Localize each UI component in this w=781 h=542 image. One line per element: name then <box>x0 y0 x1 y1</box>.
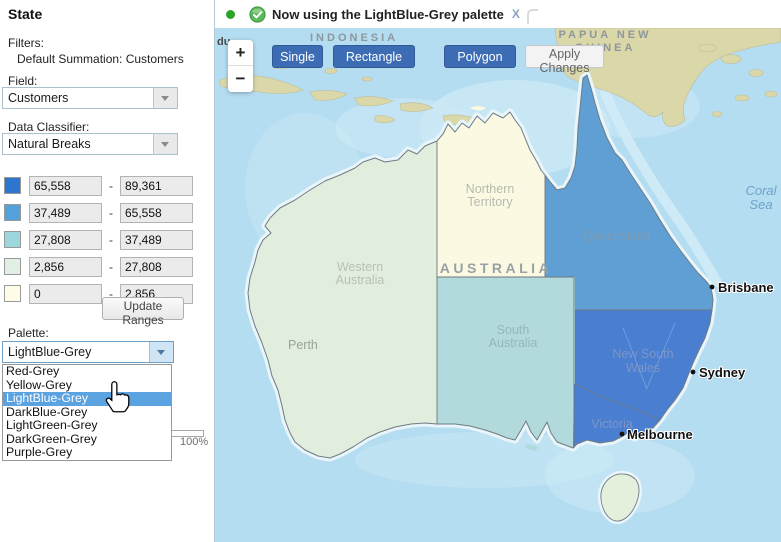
label-brisbane: Brisbane <box>718 280 774 295</box>
notification-message: Now using the LightBlue-Grey palette <box>272 7 504 22</box>
range-color-swatch <box>4 177 21 194</box>
range-to-input[interactable] <box>120 176 193 196</box>
field-select[interactable]: Customers <box>2 87 178 109</box>
palette-option[interactable]: DarkBlue-Grey <box>3 406 171 420</box>
city-dot-brisbane <box>710 285 715 290</box>
rectangle-select-button[interactable]: Rectangle <box>333 45 415 68</box>
label-sydney: Sydney <box>699 365 746 380</box>
filters-label: Filters: <box>8 36 44 50</box>
range-from-input[interactable] <box>29 257 102 277</box>
palette-option[interactable]: Purple-Grey <box>3 446 171 460</box>
sidebar-panel: State Filters: Default Summation: Custom… <box>0 0 215 542</box>
arrow-glyph <box>161 96 169 105</box>
city-dot-melbourne <box>620 432 625 437</box>
chevron-down-icon[interactable] <box>153 88 177 108</box>
range-separator: - <box>106 260 116 274</box>
range-row: - <box>0 257 215 279</box>
range-from-input[interactable] <box>29 230 102 250</box>
range-from-input[interactable] <box>29 203 102 223</box>
label-south-australia-1: South <box>497 323 530 337</box>
palette-option[interactable]: Red-Grey <box>3 365 171 379</box>
palette-option-selected[interactable]: LightBlue-Grey <box>3 392 171 406</box>
palette-label: Palette: <box>8 326 49 340</box>
label-png-1: PAPUA NEW <box>559 29 652 41</box>
range-to-input[interactable] <box>120 203 193 223</box>
application-window: State Filters: Default Summation: Custom… <box>0 0 781 542</box>
field-label: Field: <box>8 74 37 88</box>
label-melbourne: Melbourne <box>627 427 693 442</box>
classifier-select[interactable]: Natural Breaks <box>2 133 178 155</box>
update-ranges-button[interactable]: Update Ranges <box>102 297 184 320</box>
success-check-icon <box>249 6 266 23</box>
cursor-artifact <box>527 9 538 24</box>
arrow-glyph <box>161 142 169 151</box>
field-select-value: Customers <box>8 91 68 105</box>
region-south-australia[interactable] <box>437 277 574 448</box>
range-from-input[interactable] <box>29 176 102 196</box>
label-new-south-wales-2: Wales <box>626 361 660 375</box>
label-indonesia: INDONESIA <box>310 32 398 44</box>
zoom-out-button[interactable]: − <box>228 66 253 92</box>
palette-option[interactable]: Yellow-Grey <box>3 379 171 393</box>
label-coral-sea-1: Coral <box>745 183 777 198</box>
zoom-control: + − <box>228 40 253 92</box>
panel-title: State <box>8 6 42 22</box>
basemap: INDONESIA PAPUA NEW GUINEA Coral Sea AUS… <box>215 28 781 542</box>
chevron-down-icon[interactable] <box>149 342 173 362</box>
range-color-swatch <box>4 204 21 221</box>
label-northern-territory-1: Northern <box>466 182 515 196</box>
label-northern-territory-2: Territory <box>467 195 513 209</box>
label-perth: Perth <box>288 338 318 352</box>
range-row: - <box>0 176 215 198</box>
palette-option[interactable]: DarkGreen-Grey <box>3 433 171 447</box>
classifier-label: Data Classifier: <box>8 120 89 134</box>
label-western-australia-2: Australia <box>336 273 385 287</box>
label-western-australia-1: Western <box>337 260 383 274</box>
label-south-australia-2: Australia <box>489 336 538 350</box>
palette-select[interactable]: LightBlue-Grey <box>2 341 174 363</box>
range-separator: - <box>106 179 116 193</box>
notification-bar: Now using the LightBlue-Grey palette X <box>215 0 781 28</box>
close-icon[interactable]: X <box>512 7 520 21</box>
polygon-select-button[interactable]: Polygon <box>444 45 516 68</box>
label-australia: AUSTRALIA <box>440 260 552 276</box>
status-dot <box>226 10 235 19</box>
arrow-glyph <box>157 350 165 359</box>
map-canvas[interactable]: INDONESIA PAPUA NEW GUINEA Coral Sea AUS… <box>215 28 781 542</box>
transparency-value: 100% <box>180 436 208 448</box>
label-queensland: Queensland <box>583 229 650 243</box>
range-from-input[interactable] <box>29 284 102 304</box>
label-coral-sea-2: Sea <box>749 197 772 212</box>
label-new-south-wales-1: New South <box>612 347 673 361</box>
range-to-input[interactable] <box>120 257 193 277</box>
range-row: - <box>0 203 215 225</box>
range-color-swatch <box>4 285 21 302</box>
apply-changes-button[interactable]: Apply Changes <box>525 45 604 68</box>
palette-select-value: LightBlue-Grey <box>8 345 91 359</box>
palette-dropdown-list: Red-Grey Yellow-Grey LightBlue-Grey Dark… <box>2 364 172 461</box>
range-color-swatch <box>4 258 21 275</box>
range-to-input[interactable] <box>120 230 193 250</box>
range-row: - <box>0 230 215 252</box>
range-separator: - <box>106 233 116 247</box>
range-color-swatch <box>4 231 21 248</box>
zoom-in-button[interactable]: + <box>228 40 253 66</box>
palette-option[interactable]: LightGreen-Grey <box>3 419 171 433</box>
chevron-down-icon[interactable] <box>153 134 177 154</box>
single-select-button[interactable]: Single <box>272 45 323 68</box>
filters-value: Default Summation: Customers <box>17 52 184 66</box>
hand-cursor-icon <box>101 379 134 415</box>
range-separator: - <box>106 206 116 220</box>
classifier-select-value: Natural Breaks <box>8 137 91 151</box>
city-dot-sydney <box>691 370 696 375</box>
